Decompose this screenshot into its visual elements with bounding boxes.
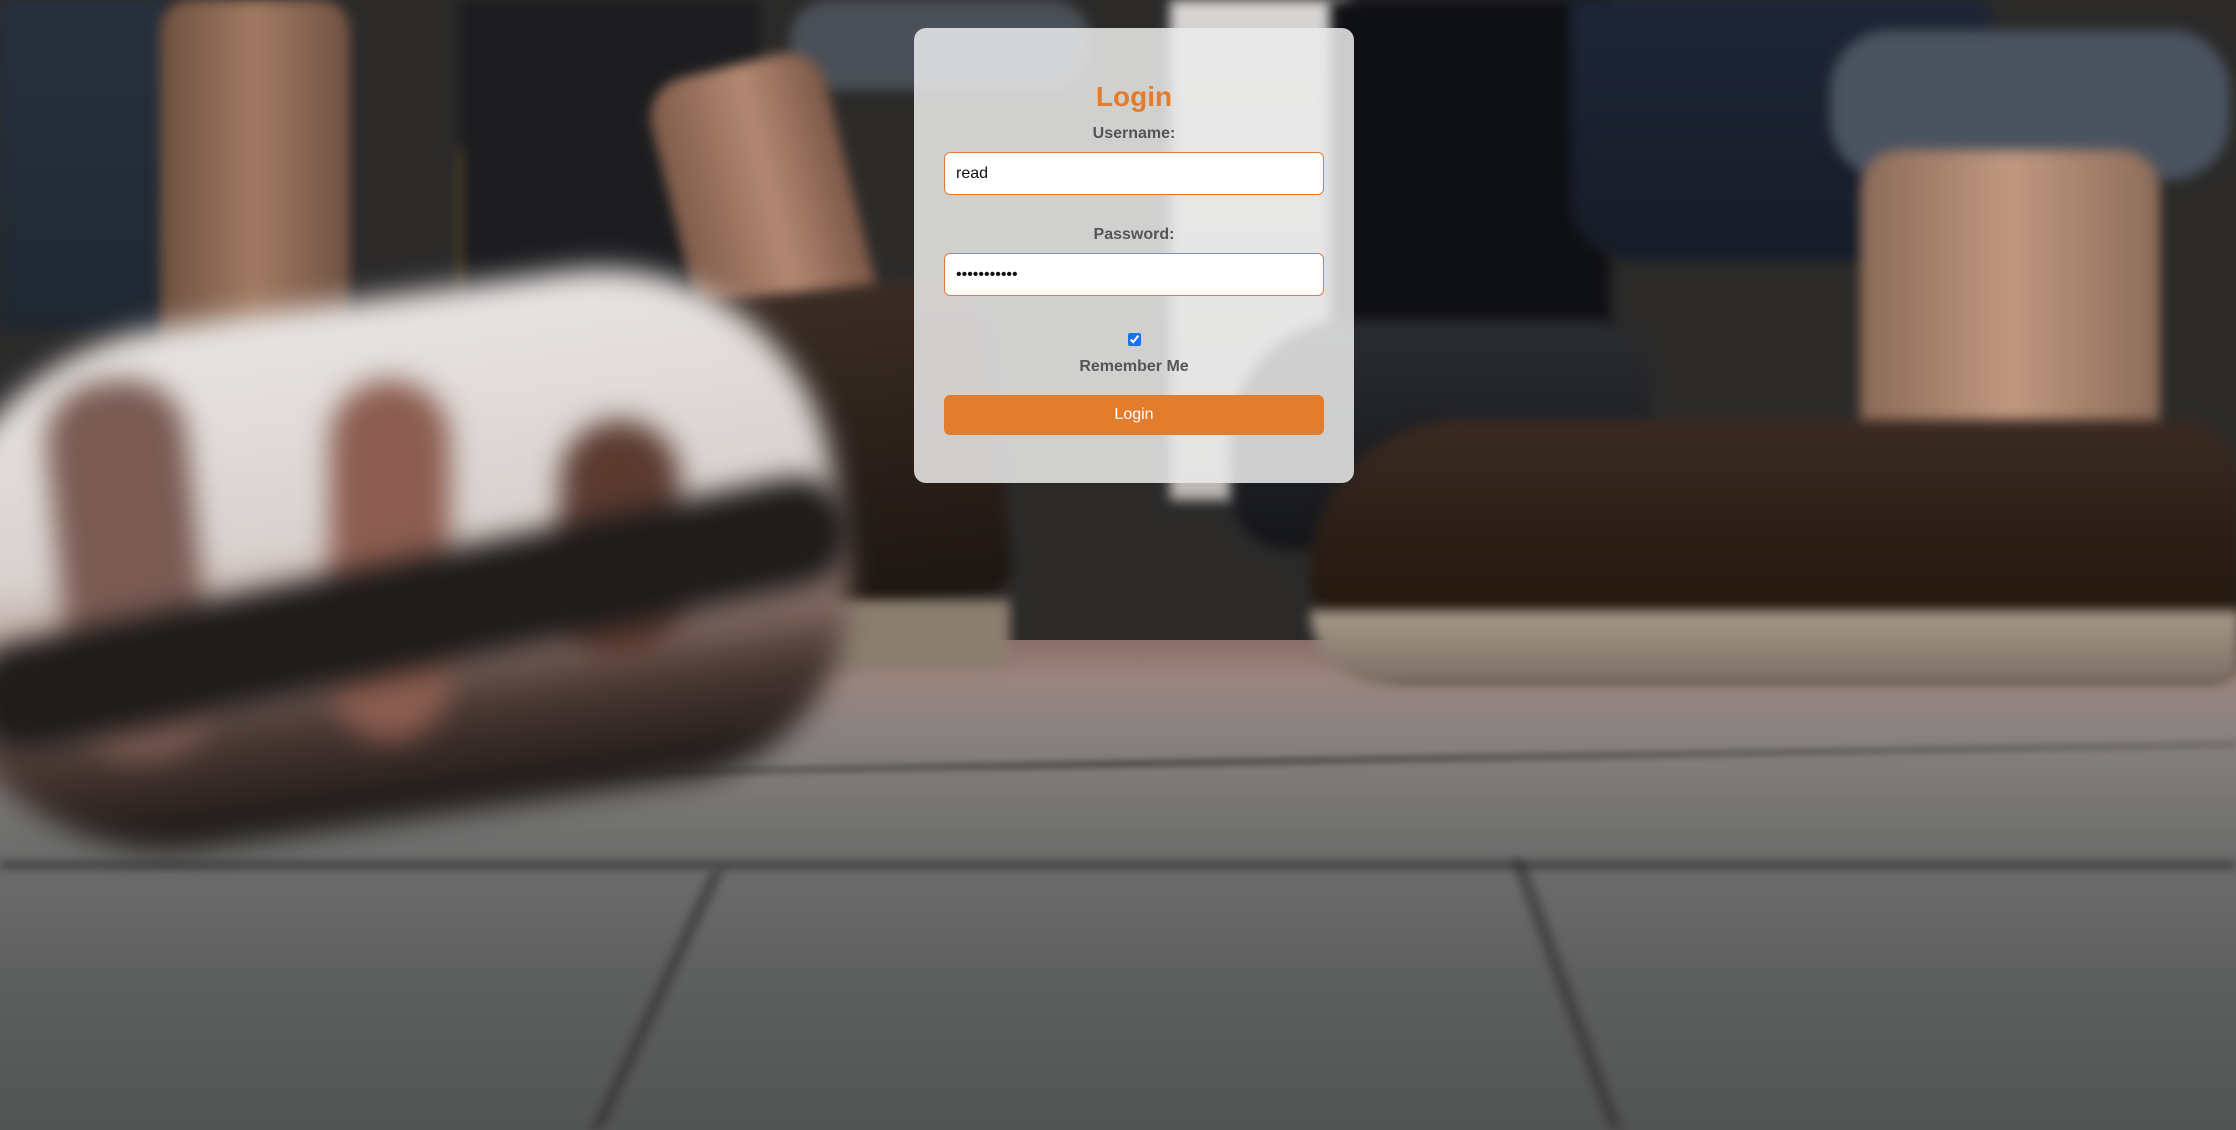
- username-input[interactable]: [944, 152, 1324, 195]
- username-label: Username:: [1092, 125, 1176, 142]
- password-label: Password:: [1093, 226, 1175, 243]
- pavement-seam: [0, 860, 2236, 870]
- background-shoe-sole: [1310, 610, 2236, 685]
- background-jeans: [0, 0, 170, 330]
- remember-me-group: Remember Me: [944, 333, 1324, 383]
- login-button[interactable]: Login: [944, 395, 1324, 435]
- remember-me-label[interactable]: Remember Me: [944, 358, 1324, 376]
- login-form: Login Username: Password: Remember Me Lo…: [914, 28, 1354, 483]
- login-title: Login: [1095, 81, 1173, 112]
- password-input[interactable]: [944, 253, 1324, 296]
- remember-me-checkbox[interactable]: [1127, 333, 1141, 346]
